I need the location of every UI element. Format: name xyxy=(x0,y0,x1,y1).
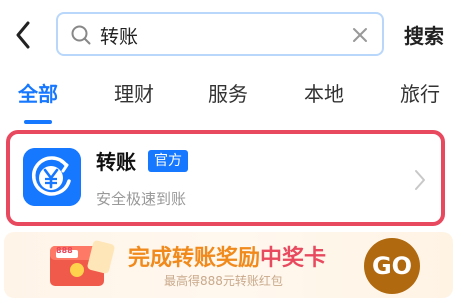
back-button[interactable] xyxy=(8,18,38,52)
official-badge: 官方 xyxy=(148,150,188,172)
promo-title: 完成转账奖励中奖卡 xyxy=(128,240,326,272)
promo-title-highlight: 中奖卡 xyxy=(260,246,327,271)
search-box[interactable] xyxy=(56,12,384,56)
clear-icon[interactable] xyxy=(350,25,370,45)
search-icon xyxy=(71,25,91,45)
result-description: 安全极速到账 xyxy=(96,190,187,208)
yen-transfer-icon xyxy=(23,148,81,206)
tab-local[interactable]: 本地 xyxy=(304,78,344,107)
search-button[interactable]: 搜索 xyxy=(404,20,444,49)
promo-title-text: 完成转账奖励 xyxy=(128,246,261,271)
tab-wealth[interactable]: 理财 xyxy=(114,78,154,107)
promo-banner[interactable]: 888 完成转账奖励中奖卡 最高得888元转账红包 GO xyxy=(4,232,453,298)
result-title: 转账 xyxy=(96,150,136,174)
result-card-transfer[interactable]: 转账 官方 安全极速到账 xyxy=(6,130,445,226)
go-button[interactable]: GO xyxy=(364,238,420,294)
category-tabs: 全部 理财 服务 本地 旅行 xyxy=(0,78,457,124)
red-packet-amount: 888 xyxy=(56,246,73,255)
active-tab-indicator xyxy=(24,120,52,124)
search-header: 搜索 xyxy=(0,0,457,70)
chevron-left-icon xyxy=(16,21,30,49)
search-input[interactable] xyxy=(100,20,340,50)
promo-subtitle: 最高得888元转账红包 xyxy=(164,274,283,288)
tab-all[interactable]: 全部 xyxy=(18,78,58,107)
chevron-right-icon xyxy=(415,170,425,190)
tab-services[interactable]: 服务 xyxy=(208,78,248,107)
tab-travel[interactable]: 旅行 xyxy=(400,78,440,107)
